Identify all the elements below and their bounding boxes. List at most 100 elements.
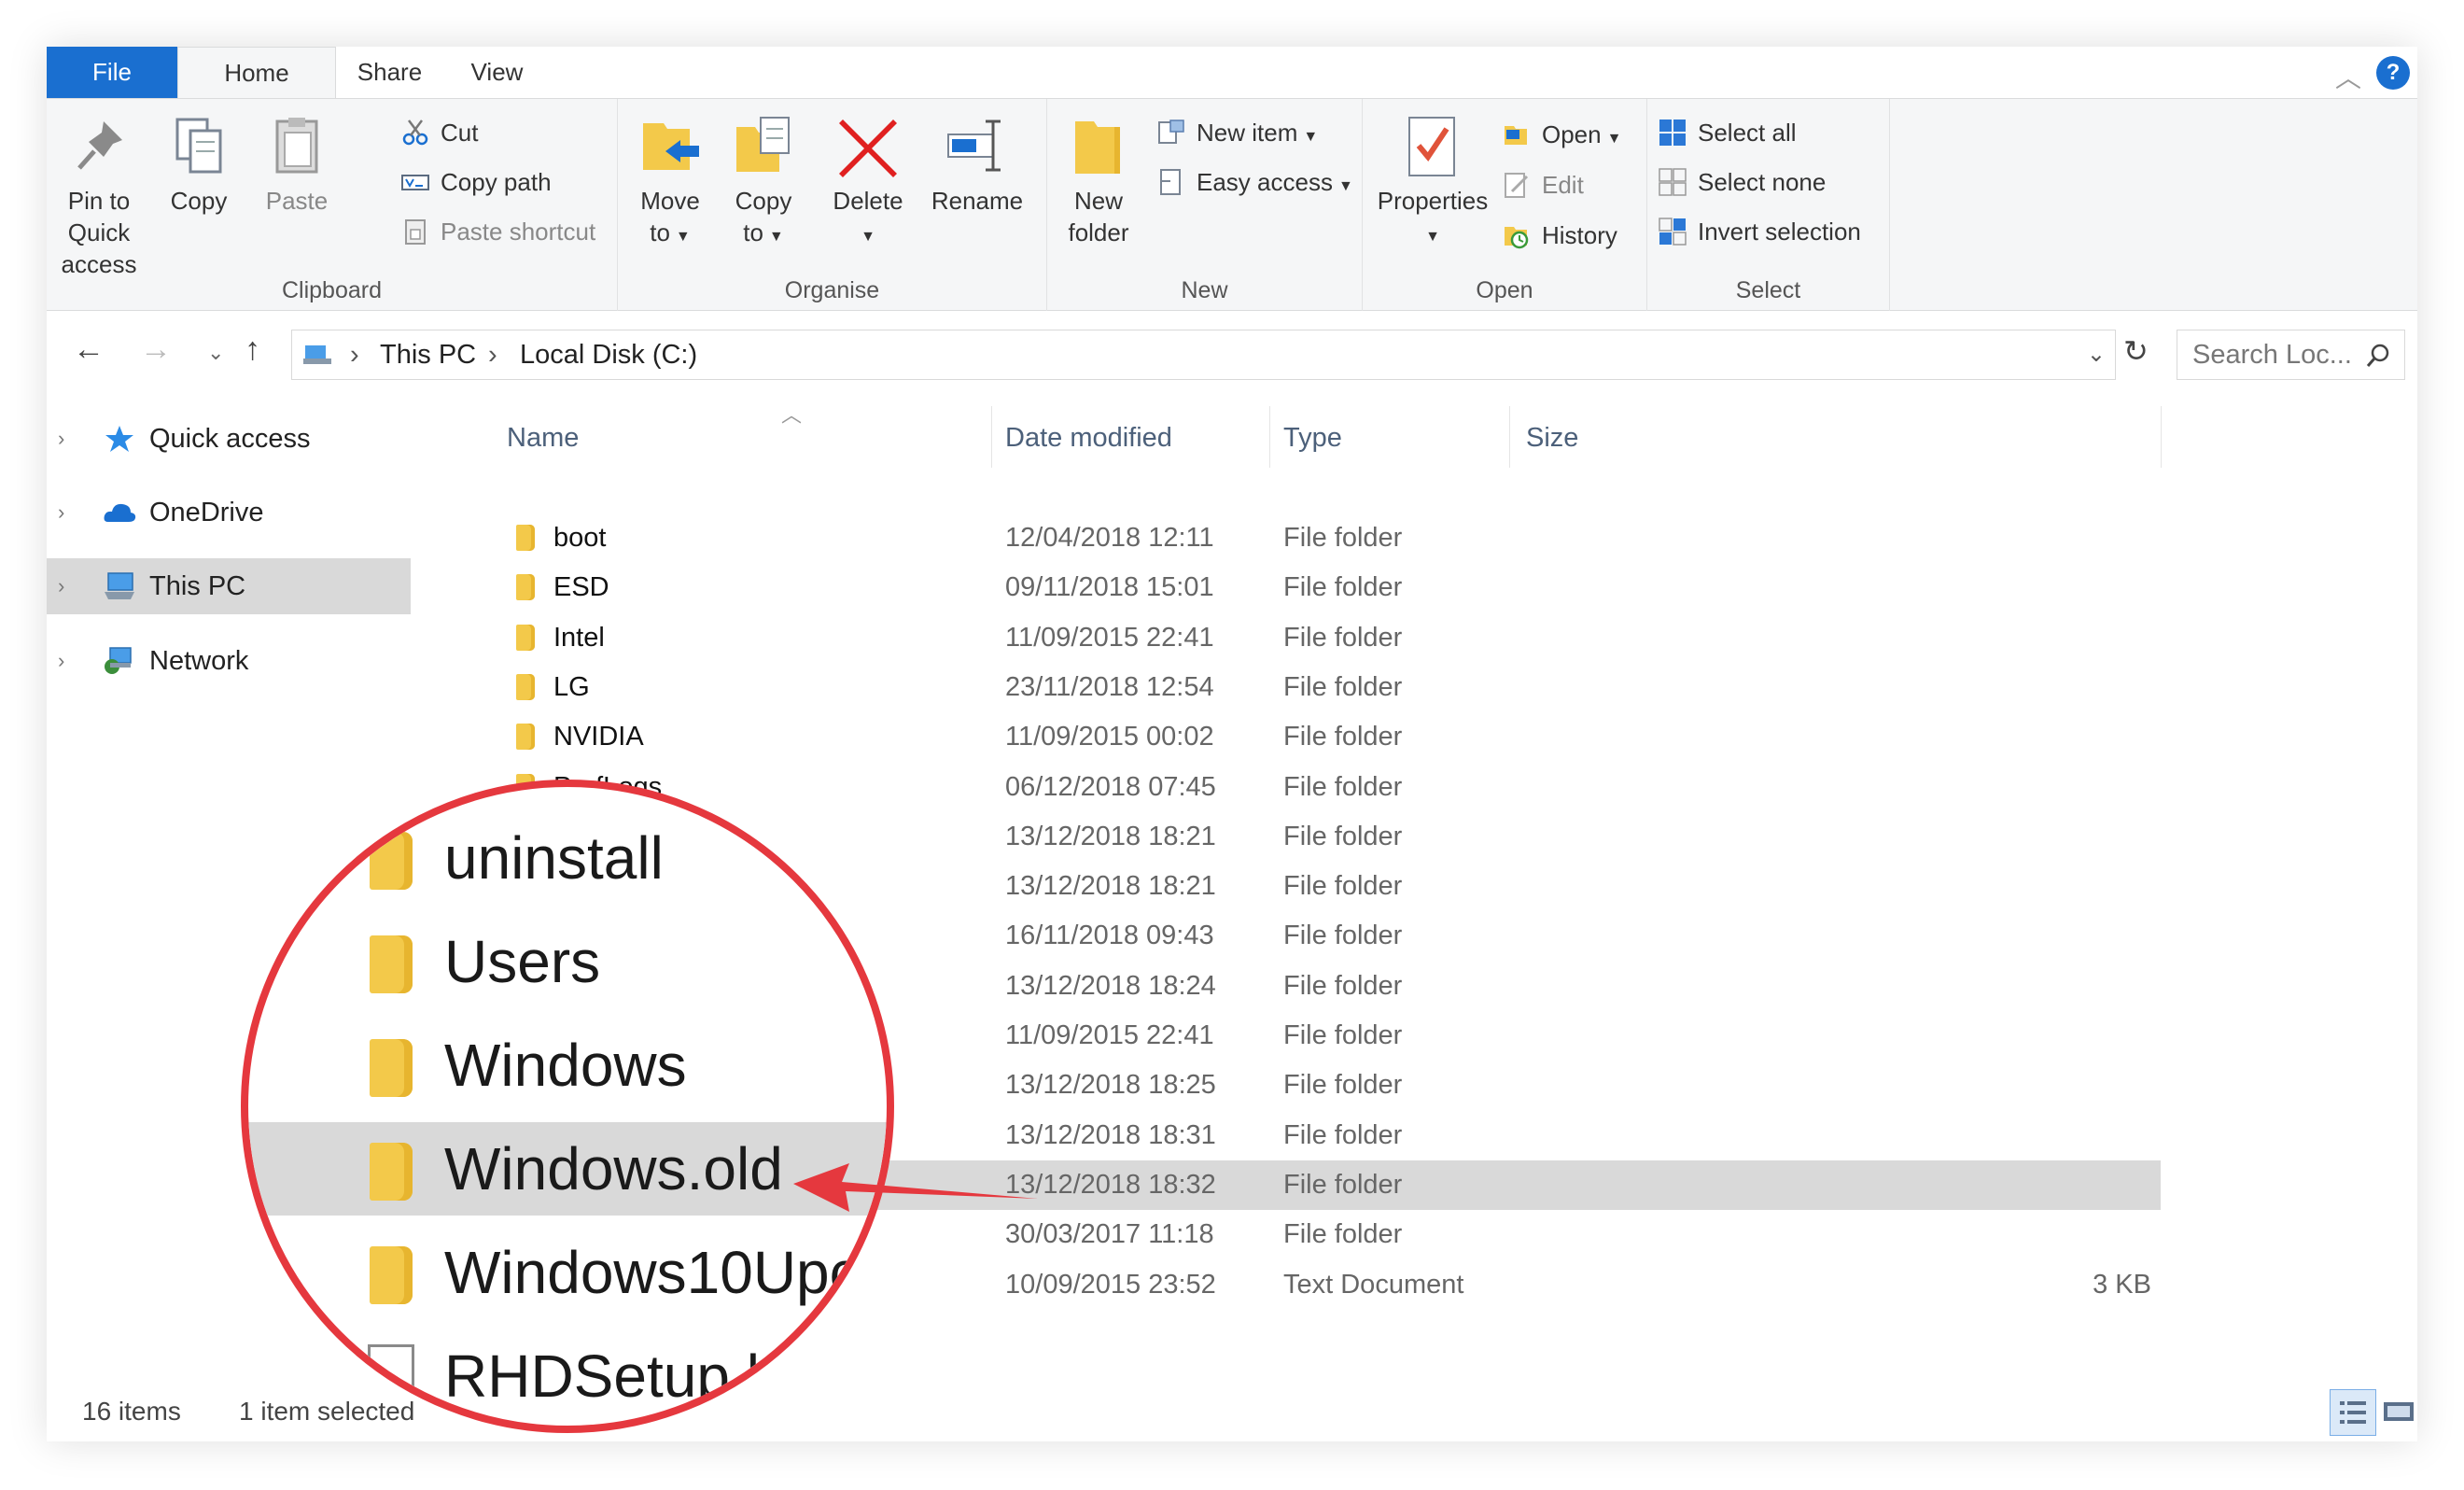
properties-button[interactable]: Properties ▼ xyxy=(1372,114,1493,253)
column-separator[interactable] xyxy=(2161,406,2162,468)
history-icon xyxy=(1505,227,1529,249)
tab-file[interactable]: File xyxy=(47,47,177,98)
edit-label: Edit xyxy=(1542,171,1584,199)
file-type: File folder xyxy=(1283,1219,1403,1250)
paste-button[interactable]: Paste xyxy=(261,114,332,217)
select-none-button[interactable]: Select none xyxy=(1659,163,1826,201)
move-to-button[interactable]: Move to ▼ xyxy=(635,114,706,253)
column-separator[interactable] xyxy=(1269,406,1270,468)
column-header-type[interactable]: Type xyxy=(1283,423,1342,454)
invert-selection-button[interactable]: Invert selection xyxy=(1659,213,1861,250)
file-type: File folder xyxy=(1283,1169,1403,1200)
file-name: LG xyxy=(553,671,590,702)
large-icons-view-button[interactable] xyxy=(2380,1389,2417,1436)
file-type: File folder xyxy=(1283,1119,1403,1150)
rename-button[interactable]: Rename xyxy=(926,114,1029,217)
sort-ascending-icon: ︿ xyxy=(781,403,803,427)
copy-path-button[interactable]: Copy path xyxy=(401,163,552,201)
expand-chevron-icon[interactable]: › xyxy=(58,411,64,467)
file-type: File folder xyxy=(1283,671,1403,702)
breadcrumb-local-disk[interactable]: Local Disk (C:) xyxy=(520,330,697,379)
move-to-dropdown-icon: ▼ xyxy=(675,229,691,245)
nav-item-onedrive[interactable]: › OneDrive xyxy=(47,485,411,541)
recent-locations-chevron-icon[interactable]: ⌄ xyxy=(207,341,224,365)
expand-chevron-icon[interactable]: › xyxy=(58,485,64,541)
help-button[interactable]: ? xyxy=(2376,56,2410,90)
file-type: File folder xyxy=(1283,722,1403,752)
up-arrow-icon[interactable]: ↑ xyxy=(245,331,260,368)
tab-share[interactable]: Share xyxy=(336,47,443,98)
file-date: 11/09/2015 22:41 xyxy=(1005,1020,1214,1050)
magnified-file-name: Windows xyxy=(444,1032,687,1099)
table-row[interactable]: LG 23/11/2018 12:54 File folder xyxy=(415,663,2161,712)
new-folder-button[interactable]: New folder xyxy=(1057,114,1141,248)
search-input[interactable]: Search Loc... xyxy=(2177,330,2405,380)
address-history-chevron-icon[interactable]: ⌄ xyxy=(2087,330,2106,379)
select-none-icon xyxy=(1659,168,1687,196)
nav-item-network[interactable]: › Network xyxy=(47,633,411,689)
refresh-icon[interactable]: ↻ xyxy=(2123,333,2149,369)
easy-access-icon xyxy=(1160,169,1181,196)
history-label: History xyxy=(1542,221,1617,249)
forward-arrow-icon[interactable]: → xyxy=(140,331,172,368)
folder-icon xyxy=(370,832,413,890)
column-header-size[interactable]: Size xyxy=(1526,423,1578,454)
open-button[interactable]: Open ▼ xyxy=(1503,116,1621,153)
breadcrumb-separator-icon: › xyxy=(350,340,359,370)
tab-home[interactable]: Home xyxy=(177,47,336,98)
select-all-button[interactable]: Select all xyxy=(1659,114,1797,151)
tab-view[interactable]: View xyxy=(443,47,551,98)
magnified-row: Windows xyxy=(248,1019,887,1112)
select-group: Select all Select none Invert selection … xyxy=(1647,99,1890,312)
file-type: File folder xyxy=(1283,1070,1403,1101)
copy-button[interactable]: Copy xyxy=(163,114,234,217)
magnified-row: Windows10Upc xyxy=(248,1226,887,1319)
pin-to-quick-access-button[interactable]: Pin to Quick access xyxy=(54,114,144,280)
nav-label: This PC xyxy=(149,571,246,601)
edit-button[interactable]: Edit xyxy=(1503,166,1584,204)
paste-shortcut-button[interactable]: Paste shortcut xyxy=(401,213,595,250)
cut-button[interactable]: Cut xyxy=(401,114,478,151)
details-view-button[interactable] xyxy=(2330,1389,2376,1436)
search-icon[interactable] xyxy=(2365,343,2391,369)
new-item-label: New item xyxy=(1197,119,1298,147)
rename-icon xyxy=(947,119,1001,172)
copy-to-button[interactable]: Copy to ▼ xyxy=(728,114,799,253)
column-separator[interactable] xyxy=(991,406,992,468)
easy-access-button[interactable]: Easy access ▼ xyxy=(1157,163,1353,201)
properties-icon xyxy=(1408,117,1455,176)
move-to-label-2: to xyxy=(650,218,670,246)
organise-group: Move to ▼ Copy to ▼ Delete ▼ Rename Organi… xyxy=(618,99,1047,312)
folder-icon xyxy=(516,724,535,751)
nav-item-quick-access[interactable]: › Quick access xyxy=(47,411,411,467)
collapse-ribbon-icon[interactable]: ︿ xyxy=(2335,58,2361,95)
history-button[interactable]: History xyxy=(1503,217,1617,254)
file-date: 13/12/2018 18:24 xyxy=(1005,970,1216,1001)
new-group: New folder New item ▼ Easy access ▼ New xyxy=(1047,99,1363,312)
column-header-name[interactable]: Name xyxy=(507,423,579,454)
file-date: 13/12/2018 18:21 xyxy=(1005,821,1216,851)
file-date: 13/12/2018 18:32 xyxy=(1005,1169,1216,1200)
expand-chevron-icon[interactable]: › xyxy=(58,558,64,614)
paste-shortcut-icon xyxy=(405,219,426,246)
column-separator[interactable] xyxy=(1509,406,1510,468)
column-header-date[interactable]: Date modified xyxy=(1005,423,1172,454)
table-row[interactable]: boot 12/04/2018 12:11 File folder xyxy=(415,513,2161,563)
details-view-icon xyxy=(2340,1401,2366,1424)
nav-item-this-pc[interactable]: › This PC xyxy=(47,558,411,614)
delete-button[interactable]: Delete ▼ xyxy=(828,114,908,253)
folder-icon xyxy=(370,1246,413,1304)
new-item-button[interactable]: New item ▼ xyxy=(1157,114,1318,151)
cut-label: Cut xyxy=(441,119,479,147)
expand-chevron-icon[interactable]: › xyxy=(58,633,64,689)
file-date: 16/11/2018 09:43 xyxy=(1005,921,1214,951)
table-row[interactable]: ESD 09/11/2018 15:01 File folder xyxy=(415,563,2161,612)
back-arrow-icon[interactable]: ← xyxy=(73,331,105,368)
invert-selection-icon xyxy=(1659,218,1687,246)
table-row[interactable]: Intel 11/09/2015 22:41 File folder xyxy=(415,613,2161,663)
magnified-row: RHDSetup.lc xyxy=(248,1329,887,1423)
address-box[interactable]: › This PC › Local Disk (C:) ⌄ xyxy=(291,330,2116,380)
breadcrumb-this-pc[interactable]: This PC xyxy=(380,330,476,379)
table-row[interactable]: NVIDIA 11/09/2015 00:02 File folder xyxy=(415,712,2161,762)
search-placeholder: Search Loc... xyxy=(2192,340,2352,370)
